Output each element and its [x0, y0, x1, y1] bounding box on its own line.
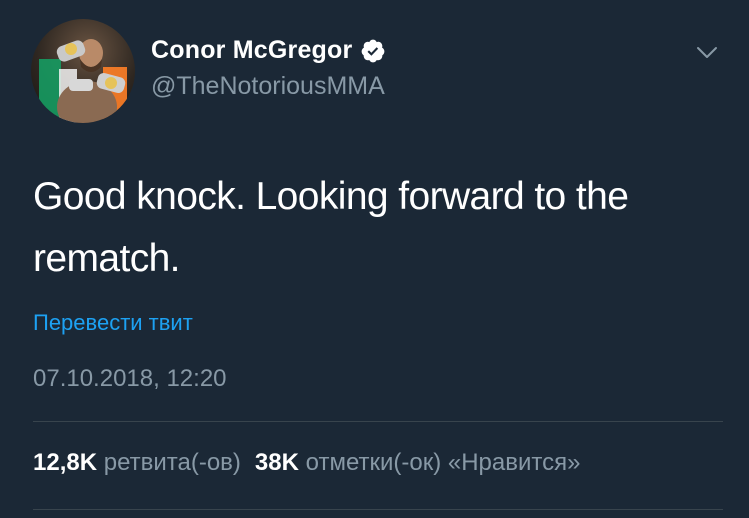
divider [33, 509, 723, 510]
likes-stat[interactable]: 38K отметки(-ок) «Нравится» [255, 449, 581, 476]
avatar[interactable] [31, 19, 135, 123]
likes-label: отметки(-ок) «Нравится» [305, 449, 581, 476]
tweet-timestamp[interactable]: 07.10.2018, 12:20 [33, 365, 227, 393]
divider [33, 421, 723, 422]
display-name[interactable]: Conor McGregor [151, 36, 352, 65]
chevron-down-icon [697, 47, 717, 58]
tweet-stats: 12,8K ретвита(-ов) 38K отметки(-ок) «Нрав… [33, 449, 749, 477]
author-name-row[interactable]: Conor McGregor [151, 33, 386, 67]
retweets-label: ретвита(-ов) [103, 449, 241, 476]
author-handle[interactable]: @TheNotoriousMMA [151, 72, 385, 101]
retweets-count: 12,8K [33, 449, 98, 476]
tweet-menu-button[interactable] [692, 40, 722, 66]
translate-tweet-link[interactable]: Перевести твит [33, 310, 193, 336]
tweet-text: Good knock. Looking forward to the remat… [33, 175, 629, 280]
avatar-photo [39, 39, 127, 123]
retweets-stat[interactable]: 12,8K ретвита(-ов) [33, 449, 241, 476]
tweet-card: Conor McGregor @TheNotoriousMMA Good kno… [0, 0, 749, 518]
verified-badge-icon [360, 38, 386, 64]
likes-count: 38K [254, 449, 299, 476]
